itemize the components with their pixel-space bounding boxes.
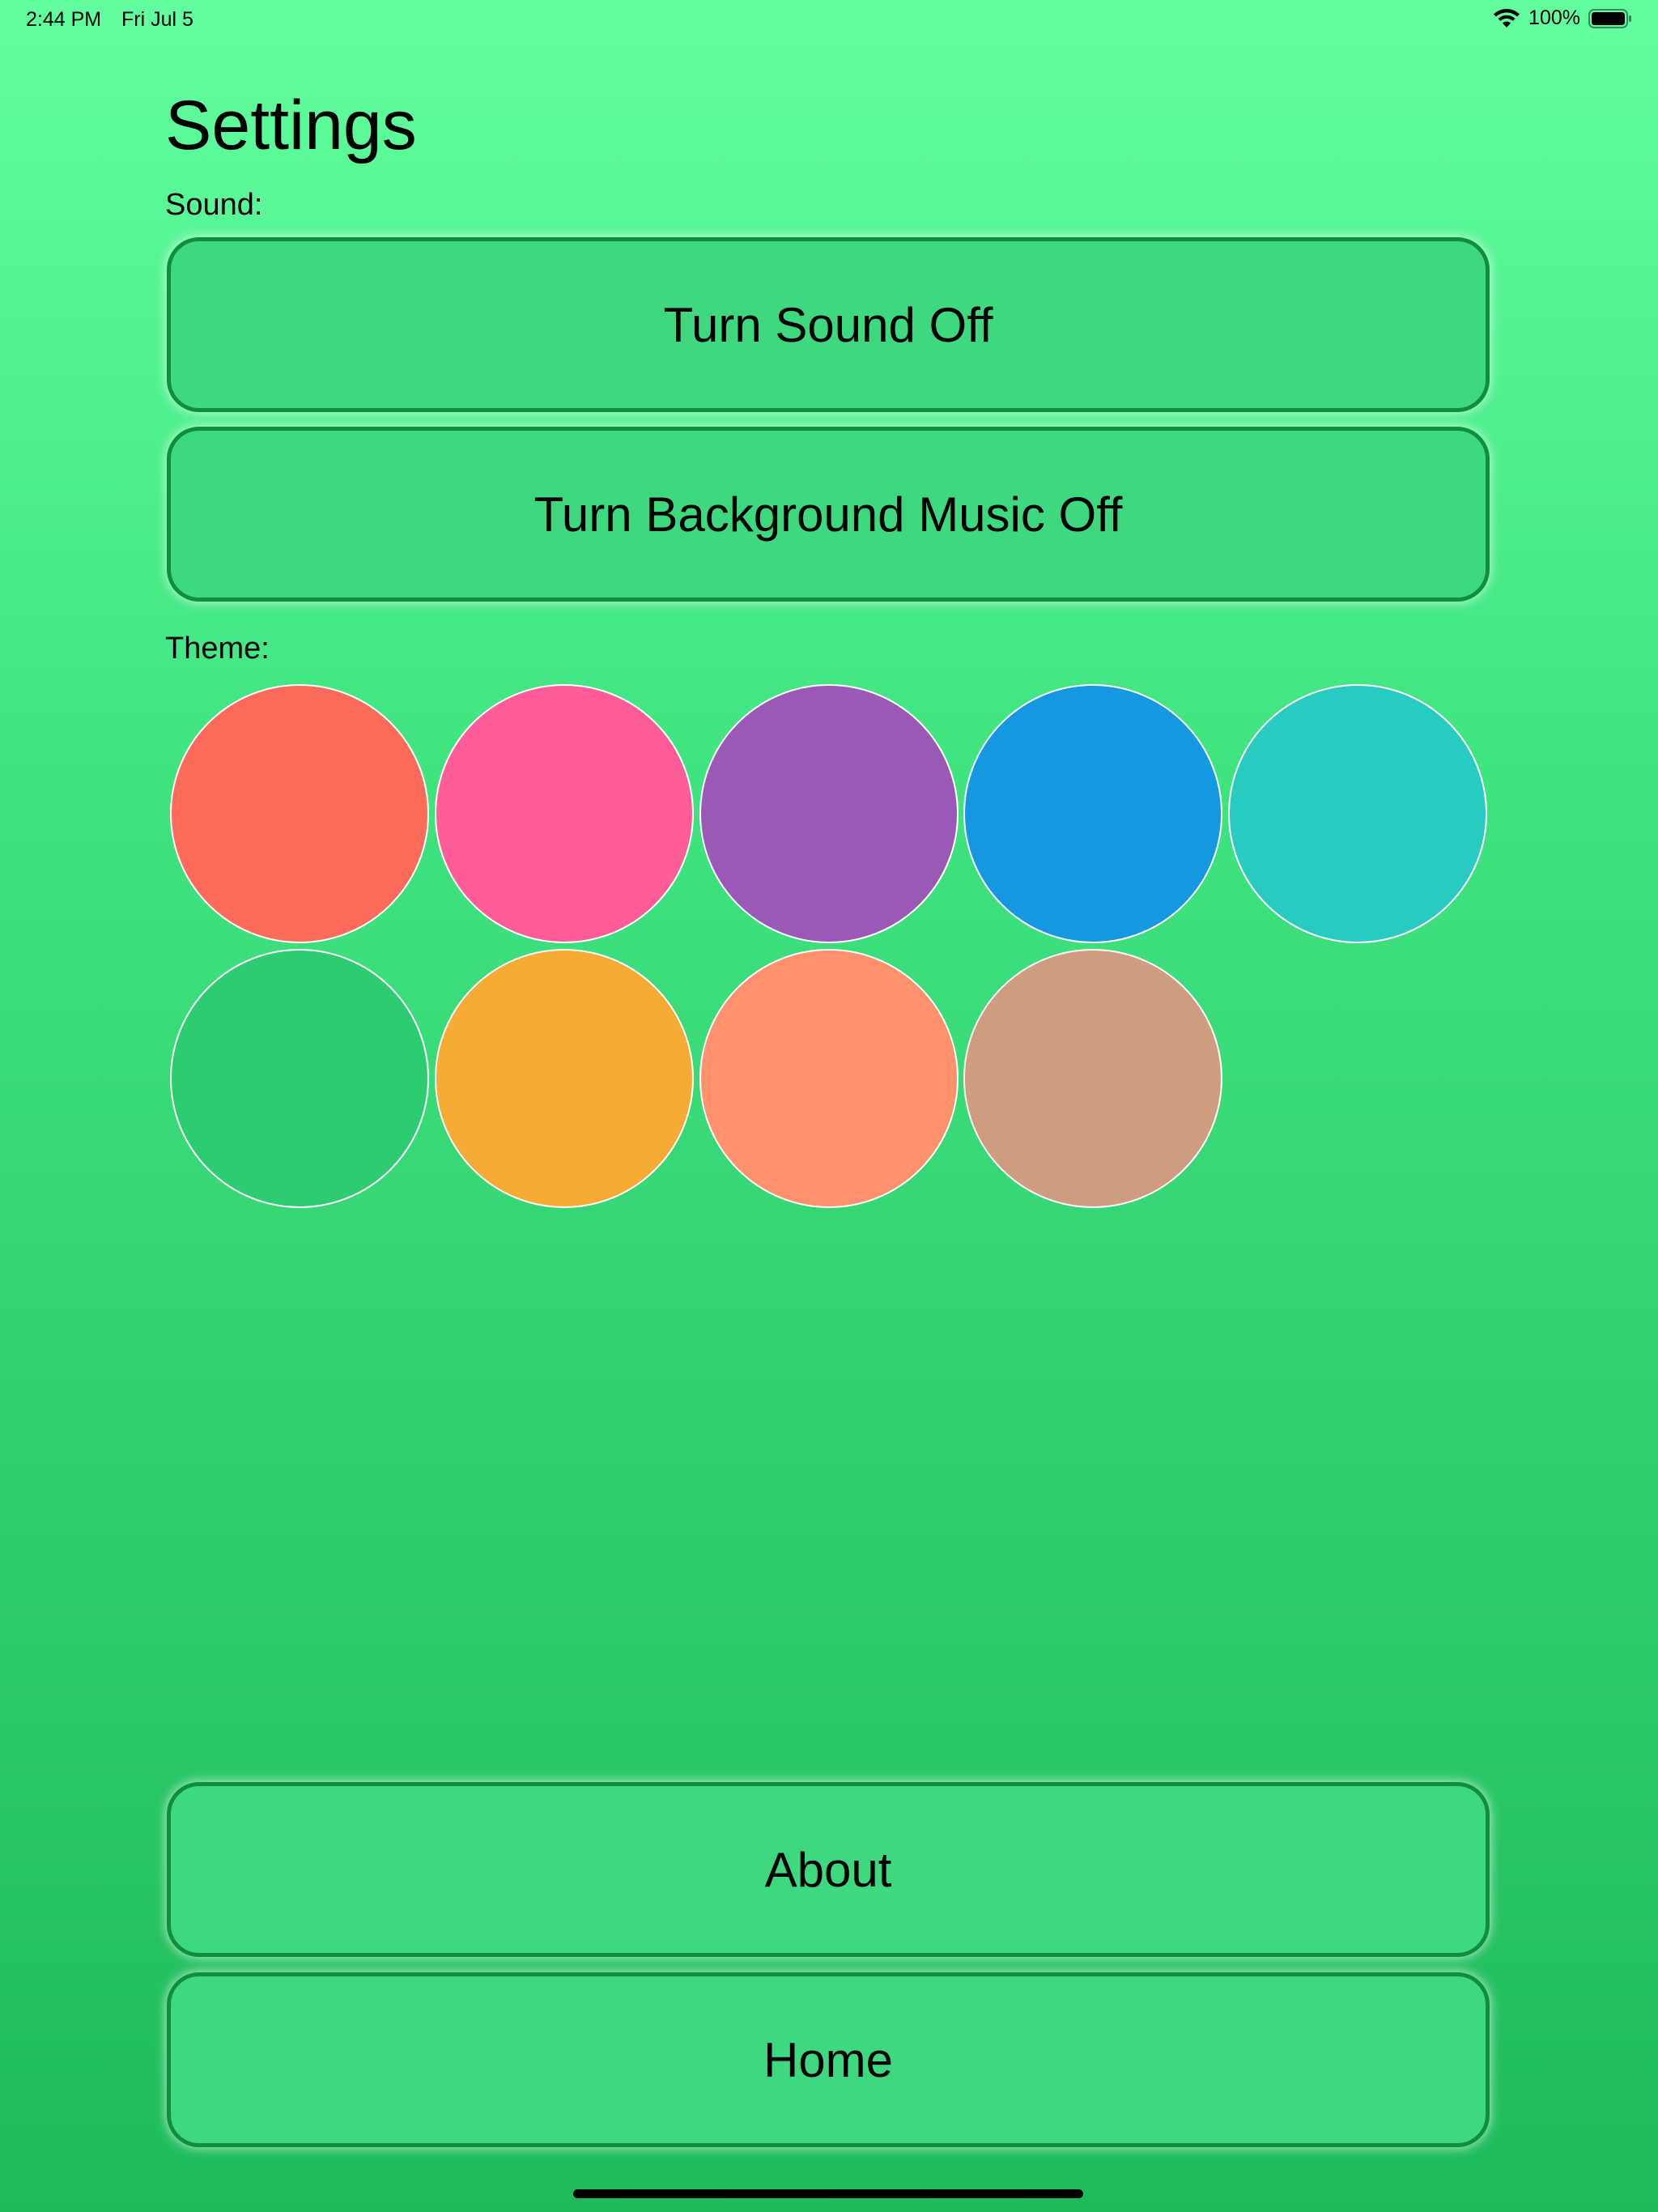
- theme-swatch-red[interactable]: [170, 684, 429, 943]
- theme-swatch-pink[interactable]: [435, 684, 694, 943]
- theme-swatch-blue[interactable]: [963, 684, 1222, 943]
- turn-background-music-off-button[interactable]: Turn Background Music Off: [167, 427, 1490, 602]
- wifi-icon: [1494, 8, 1520, 28]
- home-button[interactable]: Home: [167, 1972, 1490, 2147]
- theme-swatch-green[interactable]: [170, 949, 429, 1208]
- status-date: Fri Jul 5: [121, 8, 193, 31]
- sound-section-label: Sound:: [165, 188, 263, 222]
- battery-percent: 100%: [1528, 6, 1580, 29]
- theme-section-label: Theme:: [165, 632, 270, 666]
- turn-sound-off-button[interactable]: Turn Sound Off: [167, 237, 1490, 412]
- page-title: Settings: [165, 87, 417, 164]
- status-bar: 2:44 PM Fri Jul 5 100%: [0, 0, 1658, 39]
- theme-swatch-tan[interactable]: [963, 949, 1222, 1208]
- theme-swatch-purple[interactable]: [699, 684, 959, 943]
- theme-swatch-orange[interactable]: [435, 949, 694, 1208]
- battery-icon: [1588, 8, 1631, 28]
- about-button[interactable]: About: [167, 1782, 1490, 1957]
- status-indicators: 100%: [1493, 6, 1632, 30]
- theme-swatch-salmon[interactable]: [699, 949, 959, 1208]
- home-indicator[interactable]: [573, 2189, 1083, 2198]
- status-time: 2:44 PM: [26, 8, 102, 31]
- theme-swatch-teal[interactable]: [1228, 684, 1487, 943]
